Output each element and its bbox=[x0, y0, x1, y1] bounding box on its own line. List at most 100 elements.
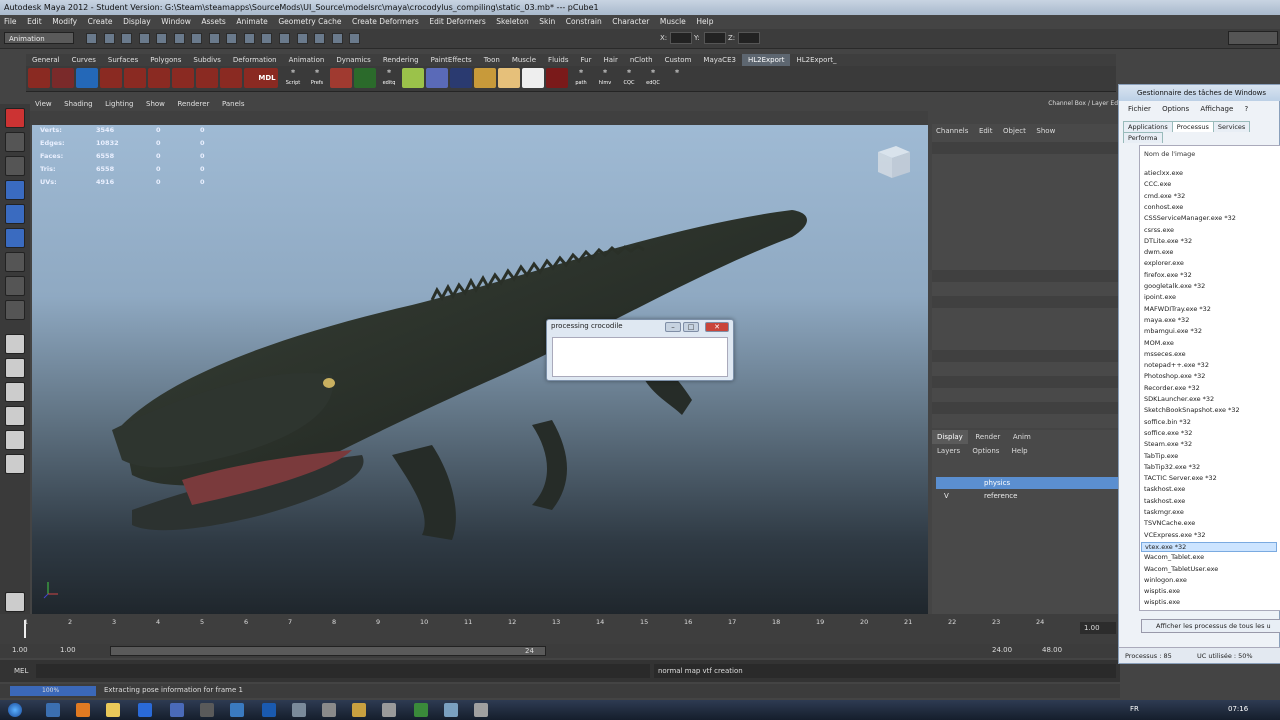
start-button-icon[interactable] bbox=[8, 703, 22, 717]
scale-tool-icon[interactable] bbox=[5, 228, 25, 248]
layer-row-physics[interactable]: physics bbox=[936, 477, 1118, 489]
app-icon[interactable] bbox=[138, 703, 152, 717]
tab-hl2export[interactable]: HL2Export bbox=[741, 54, 791, 66]
process-list[interactable]: Nom de l'image atieclxx.exe CCC.exe cmd.ex… bbox=[1139, 145, 1280, 611]
process-row[interactable]: VCExpress.exe *32 bbox=[1144, 531, 1206, 539]
select-component-icon[interactable] bbox=[173, 33, 185, 44]
menu-edit-deformers[interactable]: Edit Deformers bbox=[425, 15, 489, 29]
new-scene-icon[interactable] bbox=[86, 33, 97, 44]
layer-row-reference[interactable]: V reference bbox=[936, 490, 1118, 502]
process-row[interactable]: TabTip32.exe *32 bbox=[1144, 463, 1200, 471]
select-object-icon[interactable] bbox=[156, 33, 168, 44]
app-icon[interactable] bbox=[414, 703, 428, 717]
process-row[interactable]: googletalk.exe *32 bbox=[1144, 282, 1205, 290]
language-indicator[interactable]: FR bbox=[1130, 705, 1139, 713]
minimize-icon[interactable]: – bbox=[665, 322, 681, 332]
y-field[interactable] bbox=[704, 32, 726, 44]
app-icon[interactable] bbox=[262, 703, 276, 717]
menu-skeleton[interactable]: Skeleton bbox=[492, 15, 532, 29]
tab-render[interactable]: Render bbox=[970, 430, 1005, 444]
app-icon[interactable] bbox=[170, 703, 184, 717]
process-row[interactable]: soffice.bin *32 bbox=[1144, 418, 1191, 426]
select-tool-icon[interactable] bbox=[5, 108, 25, 128]
process-row[interactable]: winlogon.exe bbox=[1144, 576, 1187, 584]
app-icon[interactable] bbox=[200, 703, 214, 717]
compile-icon[interactable] bbox=[354, 68, 376, 88]
face-icon[interactable] bbox=[498, 68, 520, 88]
firefox-icon[interactable] bbox=[76, 703, 90, 717]
app-icon[interactable] bbox=[352, 703, 366, 717]
prefs-button[interactable]: ✲ Prefs bbox=[306, 68, 328, 88]
menu-constrain[interactable]: Constrain bbox=[562, 15, 606, 29]
layout-graph-icon[interactable] bbox=[5, 430, 25, 450]
process-row[interactable]: SDKLauncher.exe *32 bbox=[1144, 395, 1214, 403]
process-row[interactable]: atieclxx.exe bbox=[1144, 169, 1183, 177]
viewport[interactable] bbox=[32, 125, 928, 615]
path-button[interactable]: ✲ path bbox=[570, 68, 592, 88]
process-row[interactable]: msseces.exe bbox=[1144, 350, 1186, 358]
tab-polygons[interactable]: Polygons bbox=[144, 54, 187, 66]
channel-menu-show[interactable]: Show bbox=[1032, 124, 1059, 138]
render-settings-icon[interactable] bbox=[331, 33, 343, 44]
process-row[interactable]: Photoshop.exe *32 bbox=[1144, 372, 1205, 380]
process-row[interactable]: MOM.exe bbox=[1144, 339, 1174, 347]
tab-display[interactable]: Display bbox=[932, 430, 968, 444]
process-row[interactable]: cmd.exe *32 bbox=[1144, 192, 1185, 200]
menu-display[interactable]: Display bbox=[119, 15, 155, 29]
process-row[interactable]: TSVNCache.exe bbox=[1144, 519, 1195, 527]
cqc-button[interactable]: ✲ CQC bbox=[618, 68, 640, 88]
tab-rendering[interactable]: Rendering bbox=[377, 54, 425, 66]
process-row[interactable]: DTLite.exe *32 bbox=[1144, 237, 1192, 245]
chart-icon[interactable] bbox=[402, 68, 424, 88]
lock-icon[interactable] bbox=[261, 33, 273, 44]
eye-icon[interactable] bbox=[522, 68, 544, 88]
panel-layout-buttons[interactable] bbox=[1228, 31, 1278, 45]
range-slider[interactable]: 24 bbox=[110, 646, 546, 656]
layout-outliner-icon[interactable] bbox=[5, 406, 25, 426]
move-tool-icon[interactable] bbox=[5, 180, 25, 200]
z-field[interactable] bbox=[738, 32, 760, 44]
script-button[interactable]: ✲ Script bbox=[282, 68, 304, 88]
layout-four-icon[interactable] bbox=[5, 358, 25, 378]
history-icon[interactable] bbox=[279, 33, 291, 44]
snap-point-icon[interactable] bbox=[226, 33, 238, 44]
menu-file[interactable]: File bbox=[0, 15, 21, 29]
view-cube-icon[interactable] bbox=[870, 140, 916, 186]
tab-anim[interactable]: Anim bbox=[1008, 430, 1036, 444]
tab-fluids[interactable]: Fluids bbox=[542, 54, 574, 66]
layer-menu-help[interactable]: Help bbox=[1007, 447, 1033, 455]
process-row[interactable]: CCC.exe bbox=[1144, 180, 1171, 188]
tab-general[interactable]: General bbox=[26, 54, 66, 66]
source-icon[interactable] bbox=[124, 68, 146, 88]
tm-menu-affichage[interactable]: Affichage bbox=[1200, 105, 1233, 113]
open-scene-icon[interactable] bbox=[103, 33, 115, 44]
source-icon[interactable] bbox=[546, 68, 568, 88]
snap-grid-icon[interactable] bbox=[191, 33, 203, 44]
hlmv-button[interactable]: ✲ hlmv bbox=[594, 68, 616, 88]
select-hierarchy-icon[interactable] bbox=[138, 33, 150, 44]
process-row[interactable]: csrss.exe bbox=[1144, 226, 1174, 234]
panel-menu-lighting[interactable]: Lighting bbox=[100, 98, 138, 111]
tab-fur[interactable]: Fur bbox=[575, 54, 598, 66]
process-row[interactable]: dwm.exe bbox=[1144, 248, 1173, 256]
edqc-button[interactable]: ✲ edQC bbox=[642, 68, 664, 88]
menu-help[interactable]: Help bbox=[692, 15, 717, 29]
input-line-icon[interactable] bbox=[349, 33, 361, 44]
manipulator-icon[interactable] bbox=[5, 252, 25, 272]
task-manager-icon[interactable] bbox=[474, 703, 488, 717]
panel-menu-view[interactable]: View bbox=[30, 98, 57, 111]
process-row[interactable]: wisptis.exe bbox=[1144, 598, 1180, 606]
process-row[interactable]: maya.exe *32 bbox=[1144, 316, 1189, 324]
tab-processus[interactable]: Processus bbox=[1171, 121, 1214, 132]
maya-icon[interactable] bbox=[444, 703, 458, 717]
x-field[interactable] bbox=[670, 32, 692, 44]
process-row[interactable]: taskmgr.exe bbox=[1144, 508, 1184, 516]
menu-edit[interactable]: Edit bbox=[23, 15, 46, 29]
folder-icon[interactable] bbox=[106, 703, 120, 717]
tm-menu-help[interactable]: ? bbox=[1245, 105, 1249, 113]
tab-custom[interactable]: Custom bbox=[659, 54, 698, 66]
tab-ncloth[interactable]: nCloth bbox=[624, 54, 659, 66]
mel-input[interactable] bbox=[36, 664, 650, 678]
panel-toolbar[interactable] bbox=[30, 111, 928, 125]
tm-menu-fichier[interactable]: Fichier bbox=[1128, 105, 1151, 113]
